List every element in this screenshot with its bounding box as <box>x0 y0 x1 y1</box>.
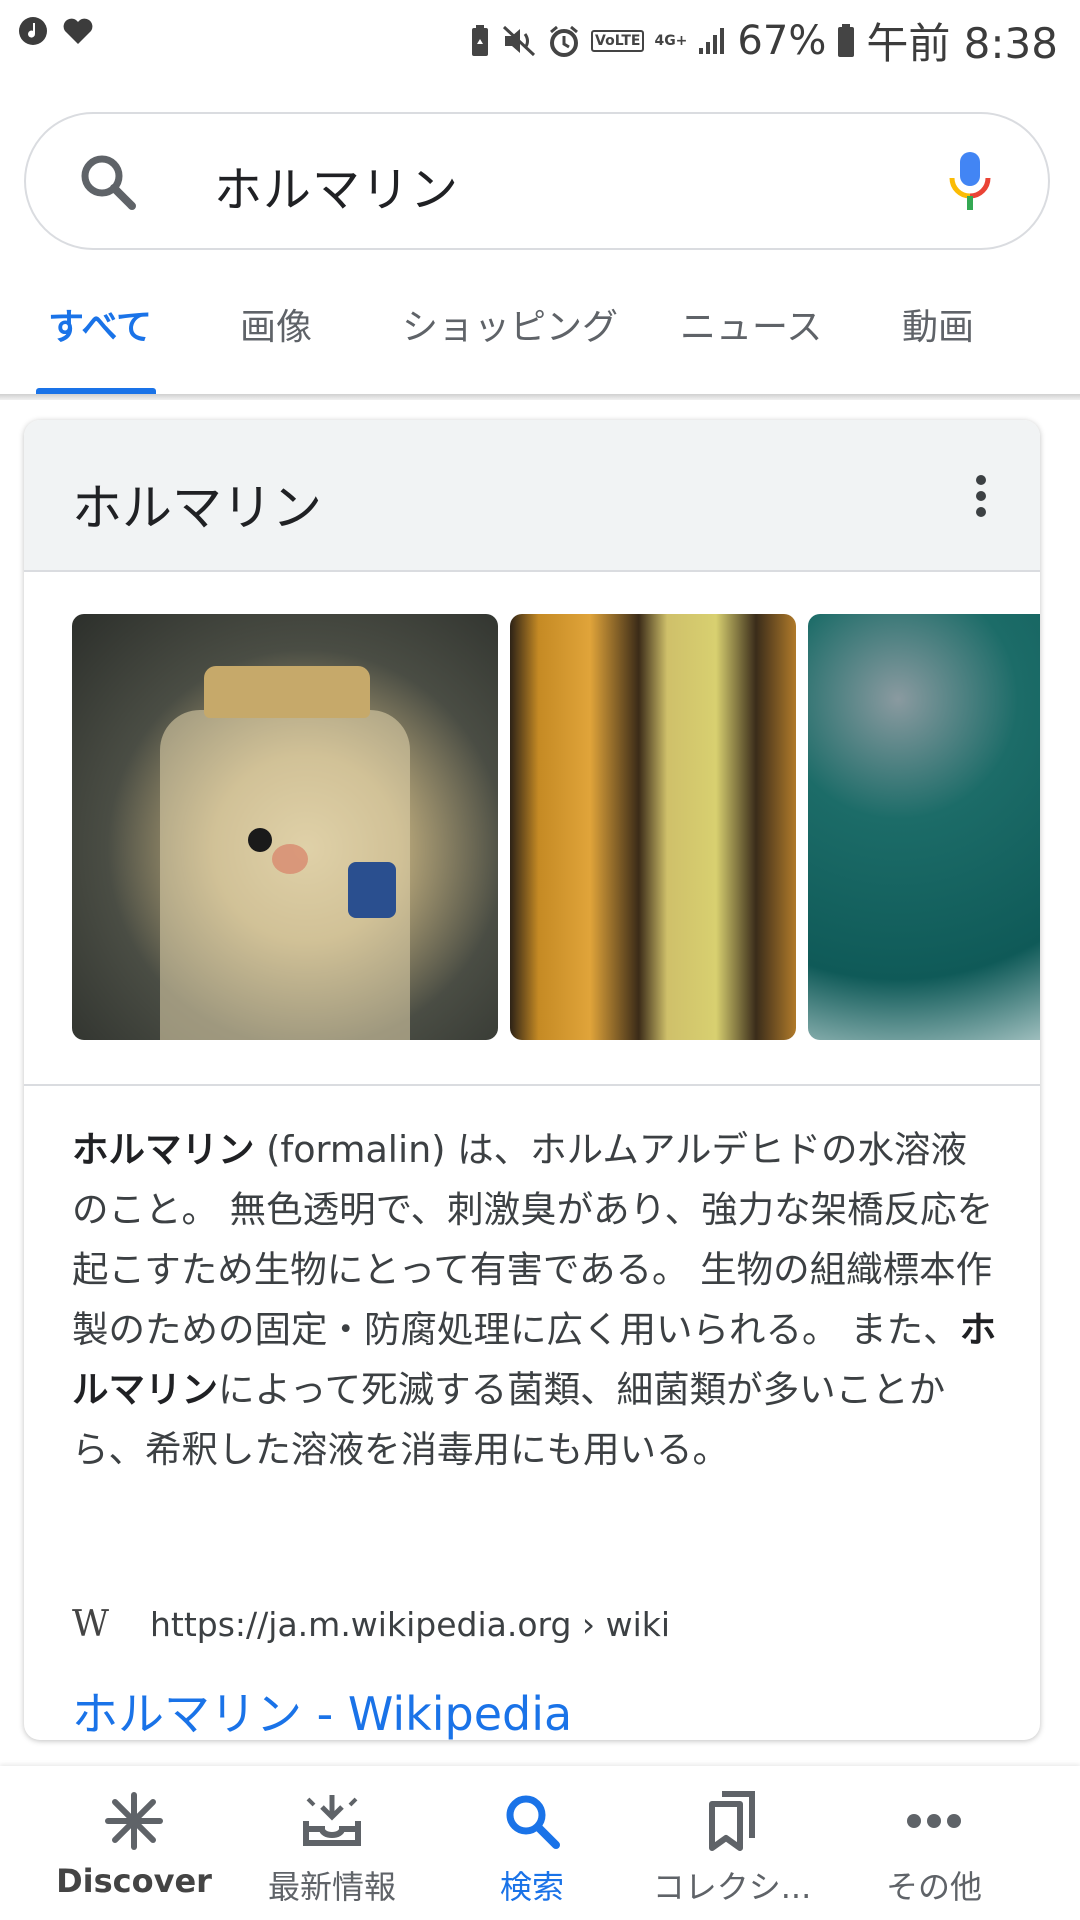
network-4g-icon: 4G+ <box>654 32 688 49</box>
knowledge-card: ホルマリン ホルマリン (formalin) は、ホルムアルデヒドの水溶液のこと… <box>24 420 1040 1740</box>
jar-eye-shape <box>248 828 272 852</box>
music-icon <box>18 16 48 46</box>
updates-tray-icon <box>232 1788 432 1854</box>
nav-label-search: 検索 <box>499 1868 564 1906</box>
search-tabs: すべて 画像 ショッピング ニュース 動画 <box>0 300 1080 400</box>
jar-badge-shape <box>348 862 396 918</box>
result-link[interactable]: ホルマリン - Wikipedia <box>72 1678 572 1740</box>
nav-label-collections: コレクシ... <box>652 1868 812 1906</box>
jar-cheek-shape <box>272 844 308 874</box>
source-row[interactable]: W https://ja.m.wikipedia.org › wiki <box>72 1604 670 1645</box>
battery-percent: 67% <box>737 17 827 64</box>
volte-icon: VoLTE <box>591 29 645 52</box>
google-search-app: VoLTE 4G+ 67% 午前 8:38 ホルマリン すべて 画像 ショッピン… <box>0 0 1080 1920</box>
search-nav-icon <box>432 1788 632 1854</box>
image-medical-scene[interactable] <box>808 614 1040 1040</box>
image-preserved-plush-jar[interactable] <box>72 614 498 1040</box>
nav-label-updates: 最新情報 <box>267 1868 396 1906</box>
more-vertical-icon[interactable] <box>974 474 988 522</box>
clock: 午前 8:38 <box>866 19 1058 68</box>
mute-icon <box>501 24 537 58</box>
tab-shopping[interactable]: ショッピング <box>402 300 618 396</box>
search-box[interactable]: ホルマリン <box>24 112 1050 250</box>
source-url[interactable]: https://ja.m.wikipedia.org › wiki <box>150 1605 670 1644</box>
search-input[interactable]: ホルマリン <box>214 150 459 220</box>
asterisk-icon <box>34 1788 234 1854</box>
heart-icon <box>62 16 94 46</box>
description-term: ホルマリン <box>72 1128 255 1171</box>
battery-icon <box>836 23 856 59</box>
signal-icon <box>697 26 727 56</box>
battery-saver-icon <box>469 24 491 58</box>
more-horizontal-icon <box>834 1788 1034 1854</box>
status-bar: VoLTE 4G+ 67% 午前 8:38 <box>0 0 1080 72</box>
nav-more[interactable]: その他 <box>834 1788 1034 1908</box>
tab-videos[interactable]: 動画 <box>902 300 974 396</box>
tab-images[interactable]: 画像 <box>240 300 312 396</box>
alarm-icon <box>547 24 581 58</box>
status-left-icons <box>18 16 94 46</box>
tabs-divider <box>0 394 1080 400</box>
search-icon[interactable] <box>78 152 138 216</box>
nav-discover[interactable]: Discover <box>34 1788 234 1900</box>
nav-label-more: その他 <box>885 1868 982 1906</box>
image-carousel[interactable] <box>72 614 1040 1040</box>
nav-updates[interactable]: 最新情報 <box>232 1788 432 1908</box>
wikipedia-logo-icon: W <box>72 1604 109 1645</box>
jar-lid-shape <box>204 666 370 718</box>
image-specimen-jars[interactable] <box>510 614 796 1040</box>
nav-search[interactable]: 検索 <box>432 1788 632 1908</box>
status-right-icons: VoLTE 4G+ 67% 午前 8:38 <box>469 10 1058 71</box>
tab-all[interactable]: すべて <box>48 300 152 396</box>
nav-label-discover: Discover <box>56 1862 212 1900</box>
description: ホルマリン (formalin) は、ホルムアルデヒドの水溶液のこと。 無色透明… <box>72 1120 1002 1480</box>
card-title: ホルマリン <box>72 479 322 537</box>
card-divider <box>24 1084 1040 1086</box>
mic-icon[interactable] <box>948 150 992 218</box>
collections-icon <box>632 1788 832 1854</box>
bottom-nav: Discover 最新情報 検索 コレクシ... その他 <box>0 1766 1080 1920</box>
tab-news[interactable]: ニュース <box>680 300 822 396</box>
card-header: ホルマリン <box>24 420 1040 572</box>
nav-collections[interactable]: コレクシ... <box>632 1788 832 1908</box>
